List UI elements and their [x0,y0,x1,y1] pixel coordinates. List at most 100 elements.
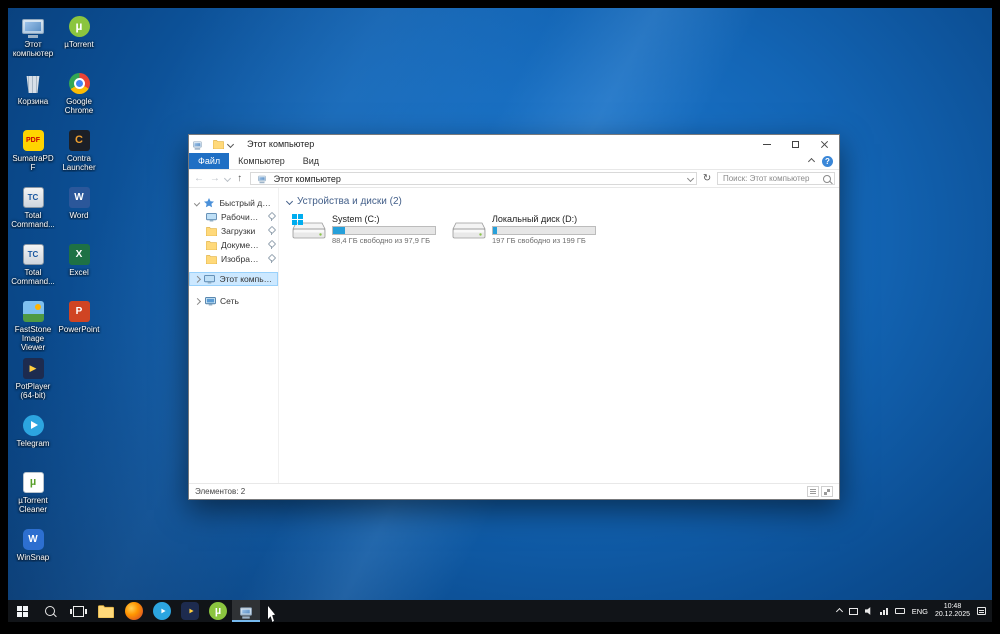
chevron-right-icon[interactable] [193,275,201,283]
windows-logo-icon [292,214,303,225]
desktop-icon-column-2: µ µTorrent Google Chrome C Contra Launch… [56,14,102,356]
forward-button[interactable]: → [209,173,221,184]
desktop-icon-telegram[interactable]: Telegram [10,413,56,470]
desktop-icon-this-pc[interactable]: Этот компьютер [10,14,56,71]
desktop-icon-contra-launcher[interactable]: C Contra Launcher [56,128,102,185]
taskbar-telegram-button[interactable] [148,600,176,622]
tray-volume-icon[interactable] [864,607,871,615]
desktop-wallpaper[interactable]: Этот компьютер Корзина PDF SumatraPDF TC… [8,8,992,600]
drive-tile-d[interactable]: Локальный диск (D:) 197 ГБ свободно из 1… [451,214,601,245]
file-list-area[interactable]: Устройства и диски (2) System (C:) 88,4 … [279,188,839,483]
window-title: Этот компьютер [247,139,315,149]
qat-folder-icon[interactable] [213,139,224,149]
desktop-icon-label: Telegram [16,439,50,448]
desktop-icon-recycle-bin[interactable]: Корзина [10,71,56,128]
refresh-button[interactable]: ↻ [701,173,713,184]
desktop-icon-label: PotPlayer (64-bit) [15,382,51,400]
chevron-right-icon[interactable] [193,297,202,305]
desktop-icon-winsnap[interactable]: W WinSnap [10,527,56,584]
taskbar-potplayer-button[interactable] [176,600,204,622]
close-button[interactable] [810,135,839,153]
language-indicator[interactable]: ENG [912,607,928,616]
history-chevron-icon[interactable] [223,174,231,183]
desktop-icon-google-chrome[interactable]: Google Chrome [56,71,102,128]
desktop-icon-word[interactable]: W Word [56,185,102,242]
total-commander-icon: TC [21,185,45,209]
task-view-button[interactable] [64,600,92,622]
taskbar-utorrent-button[interactable]: µ [204,600,232,622]
address-box[interactable]: Этот компьютер [249,172,698,185]
desktop-icon-utorrent[interactable]: µ µTorrent [56,14,102,71]
back-button[interactable]: ← [193,173,205,184]
desktop-icon-total-commander-2[interactable]: TC Total Command... [10,242,56,299]
help-button[interactable]: ? [822,155,833,167]
breadcrumb[interactable]: Этот компьютер [274,174,341,184]
tab-view[interactable]: Вид [294,153,328,169]
firefox-icon [125,602,143,620]
taskbar-this-pc-active-button[interactable] [232,600,260,622]
ribbon-collapse-icon[interactable] [807,157,816,165]
desktop-icon-label: Total Command... [11,268,55,286]
screen: Этот компьютер Корзина PDF SumatraPDF TC… [0,0,1000,634]
notification-center-icon[interactable] [977,607,986,615]
sidebar-item-this-pc[interactable]: Этот компьютер [189,272,278,286]
faststone-icon [21,299,45,323]
tray-overflow-chevron-icon[interactable] [835,607,843,615]
tab-file[interactable]: Файл [189,153,230,169]
tray-keyboard-icon[interactable] [894,608,905,614]
tray-display-icon[interactable] [848,607,858,615]
sidebar-item-quick-access[interactable]: Быстрый доступ [189,196,278,210]
sidebar-item-network[interactable]: Сеть [189,294,278,308]
up-button[interactable]: ↑ [234,173,246,184]
navigation-pane: Быстрый доступ Рабочий стол Загрузки [189,188,279,483]
desktop-icon-faststone[interactable]: FastStone Image Viewer [10,299,56,356]
title-bar[interactable]: Этот компьютер [189,135,839,153]
taskbar-firefox-button[interactable] [120,600,148,622]
tab-computer[interactable]: Компьютер [229,153,294,169]
desktop-icon-potplayer[interactable]: ▶ PotPlayer (64-bit) [10,356,56,413]
telegram-icon [21,413,45,437]
details-view-button[interactable] [807,486,819,497]
tray-network-icon[interactable] [879,607,888,615]
item-count: Элементов: 2 [195,487,246,496]
desktop-icon-sumatrapdf[interactable]: PDF SumatraPDF [10,128,56,185]
ribbon-tabs: Файл Компьютер Вид ? [189,153,839,170]
this-pc-mini-icon [204,274,216,284]
desktop-icon-label: Корзина [17,97,49,106]
sidebar-item-documents[interactable]: Документы [189,238,278,252]
window-icon [193,140,202,148]
desktop-icon-total-commander-1[interactable]: TC Total Command... [10,185,56,242]
desktop-icon-excel[interactable]: X Excel [56,242,102,299]
taskbar-file-explorer-button[interactable] [92,600,120,622]
large-icons-view-button[interactable] [821,486,833,497]
view-toggle-buttons [807,486,833,497]
taskbar-search-button[interactable] [36,600,64,622]
search-input[interactable] [720,173,823,184]
desktop-icon-powerpoint[interactable]: P PowerPoint [56,299,102,356]
group-collapse-icon[interactable] [285,197,294,205]
search-icon [45,606,55,616]
desktop-icon-label: Excel [69,268,89,277]
minimize-button[interactable] [752,135,781,153]
desktop-icon-column-1: Этот компьютер Корзина PDF SumatraPDF TC… [10,14,56,584]
sidebar-item-downloads[interactable]: Загрузки [189,224,278,238]
chevron-down-icon[interactable] [193,199,201,207]
sidebar-item-desktop[interactable]: Рабочий стол [189,210,278,224]
group-header[interactable]: Устройства и диски (2) [285,194,831,208]
address-dropdown-icon[interactable] [687,174,695,183]
excel-icon: X [67,242,91,266]
explorer-window: Этот компьютер Файл Компьютер Вид ? ← → [188,134,840,500]
pin-icon [267,227,275,235]
clock[interactable]: 10:48 20.12.2025 [935,603,970,619]
desktop-icon-utorrent-cleaner[interactable]: µ µTorrent Cleaner [10,470,56,527]
maximize-button[interactable] [781,135,810,153]
tray-time: 10:48 [943,603,962,610]
qat-customize-chevron-icon[interactable] [226,140,235,148]
sidebar-item-pictures[interactable]: Изображения [189,252,278,266]
drive-tile-c[interactable]: System (C:) 88,4 ГБ свободно из 97,9 ГБ [291,214,441,245]
start-button[interactable] [8,600,36,622]
search-icon[interactable] [822,174,831,183]
desktop-icon-label: FastStone Image Viewer [14,325,52,352]
drive-usage-bar [332,226,436,235]
powerpoint-icon: P [67,299,91,323]
